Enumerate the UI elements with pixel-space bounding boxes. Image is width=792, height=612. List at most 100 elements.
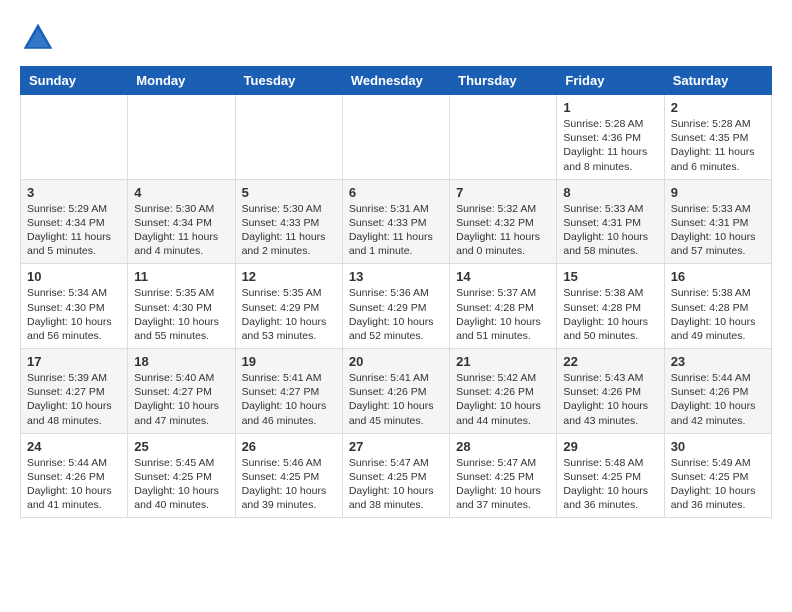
calendar-week-4: 17Sunrise: 5:39 AM Sunset: 4:27 PM Dayli…	[21, 349, 772, 434]
calendar-cell	[235, 95, 342, 180]
day-number: 24	[27, 439, 121, 454]
day-number: 16	[671, 269, 765, 284]
day-number: 11	[134, 269, 228, 284]
day-number: 23	[671, 354, 765, 369]
day-info: Sunrise: 5:32 AM Sunset: 4:32 PM Dayligh…	[456, 202, 550, 259]
calendar-cell: 17Sunrise: 5:39 AM Sunset: 4:27 PM Dayli…	[21, 349, 128, 434]
day-info: Sunrise: 5:47 AM Sunset: 4:25 PM Dayligh…	[456, 456, 550, 513]
day-number: 4	[134, 185, 228, 200]
calendar-cell: 1 Sunrise: 5:28 AM Sunset: 4:36 PM Daylig…	[557, 95, 664, 180]
day-info: Sunrise: 5:29 AM Sunset: 4:34 PM Dayligh…	[27, 202, 121, 259]
day-number: 21	[456, 354, 550, 369]
day-info: Sunrise: 5:28 AM Sunset: 4:36 PM Dayligh…	[563, 117, 657, 174]
day-info: Sunrise: 5:38 AM Sunset: 4:28 PM Dayligh…	[563, 286, 657, 343]
calendar-cell: 10 Sunrise: 5:34 AM Sunset: 4:30 PM Dayli…	[21, 264, 128, 349]
weekday-header-friday: Friday	[557, 67, 664, 95]
calendar-cell: 23Sunrise: 5:44 AM Sunset: 4:26 PM Dayli…	[664, 349, 771, 434]
calendar-cell: 18 Sunrise: 5:40 AM Sunset: 4:27 PM Dayli…	[128, 349, 235, 434]
day-number: 30	[671, 439, 765, 454]
day-info: Sunrise: 5:40 AM Sunset: 4:27 PM Dayligh…	[134, 371, 228, 428]
day-info: Sunrise: 5:49 AM Sunset: 4:25 PM Dayligh…	[671, 456, 765, 513]
day-info: Sunrise: 5:45 AM Sunset: 4:25 PM Dayligh…	[134, 456, 228, 513]
calendar-cell: 6Sunrise: 5:31 AM Sunset: 4:33 PM Daylig…	[342, 179, 449, 264]
calendar-cell: 27 Sunrise: 5:47 AM Sunset: 4:25 PM Dayli…	[342, 433, 449, 518]
calendar-cell: 7 Sunrise: 5:32 AM Sunset: 4:32 PM Daylig…	[450, 179, 557, 264]
calendar-cell	[21, 95, 128, 180]
calendar-header: SundayMondayTuesdayWednesdayThursdayFrid…	[21, 67, 772, 95]
calendar-week-5: 24 Sunrise: 5:44 AM Sunset: 4:26 PM Dayli…	[21, 433, 772, 518]
day-number: 2	[671, 100, 765, 115]
calendar-cell: 28 Sunrise: 5:47 AM Sunset: 4:25 PM Dayli…	[450, 433, 557, 518]
calendar-cell	[450, 95, 557, 180]
day-info: Sunrise: 5:37 AM Sunset: 4:28 PM Dayligh…	[456, 286, 550, 343]
day-info: Sunrise: 5:30 AM Sunset: 4:33 PM Dayligh…	[242, 202, 336, 259]
calendar-cell: 16 Sunrise: 5:38 AM Sunset: 4:28 PM Dayli…	[664, 264, 771, 349]
day-number: 12	[242, 269, 336, 284]
calendar-cell: 24 Sunrise: 5:44 AM Sunset: 4:26 PM Dayli…	[21, 433, 128, 518]
calendar-cell: 12 Sunrise: 5:35 AM Sunset: 4:29 PM Dayli…	[235, 264, 342, 349]
day-number: 1	[563, 100, 657, 115]
logo-icon	[20, 20, 56, 56]
calendar-week-1: 1 Sunrise: 5:28 AM Sunset: 4:36 PM Daylig…	[21, 95, 772, 180]
day-info: Sunrise: 5:41 AM Sunset: 4:27 PM Dayligh…	[242, 371, 336, 428]
day-number: 20	[349, 354, 443, 369]
calendar-cell	[342, 95, 449, 180]
weekday-header-thursday: Thursday	[450, 67, 557, 95]
calendar-cell: 9 Sunrise: 5:33 AM Sunset: 4:31 PM Daylig…	[664, 179, 771, 264]
day-number: 27	[349, 439, 443, 454]
calendar-cell: 13Sunrise: 5:36 AM Sunset: 4:29 PM Dayli…	[342, 264, 449, 349]
weekday-header-monday: Monday	[128, 67, 235, 95]
day-number: 26	[242, 439, 336, 454]
calendar-cell: 26 Sunrise: 5:46 AM Sunset: 4:25 PM Dayli…	[235, 433, 342, 518]
day-info: Sunrise: 5:35 AM Sunset: 4:29 PM Dayligh…	[242, 286, 336, 343]
calendar-cell: 20 Sunrise: 5:41 AM Sunset: 4:26 PM Dayli…	[342, 349, 449, 434]
day-number: 8	[563, 185, 657, 200]
day-number: 14	[456, 269, 550, 284]
calendar-cell: 21 Sunrise: 5:42 AM Sunset: 4:26 PM Dayli…	[450, 349, 557, 434]
calendar-cell: 2 Sunrise: 5:28 AM Sunset: 4:35 PM Daylig…	[664, 95, 771, 180]
day-number: 13	[349, 269, 443, 284]
calendar-cell: 29 Sunrise: 5:48 AM Sunset: 4:25 PM Dayli…	[557, 433, 664, 518]
weekday-header-sunday: Sunday	[21, 67, 128, 95]
day-number: 19	[242, 354, 336, 369]
calendar-week-3: 10 Sunrise: 5:34 AM Sunset: 4:30 PM Dayli…	[21, 264, 772, 349]
day-info: Sunrise: 5:35 AM Sunset: 4:30 PM Dayligh…	[134, 286, 228, 343]
weekday-header-wednesday: Wednesday	[342, 67, 449, 95]
day-info: Sunrise: 5:41 AM Sunset: 4:26 PM Dayligh…	[349, 371, 443, 428]
day-number: 25	[134, 439, 228, 454]
day-number: 29	[563, 439, 657, 454]
day-number: 3	[27, 185, 121, 200]
weekday-row: SundayMondayTuesdayWednesdayThursdayFrid…	[21, 67, 772, 95]
calendar-cell: 4 Sunrise: 5:30 AM Sunset: 4:34 PM Daylig…	[128, 179, 235, 264]
day-number: 17	[27, 354, 121, 369]
calendar-cell: 19 Sunrise: 5:41 AM Sunset: 4:27 PM Dayli…	[235, 349, 342, 434]
calendar-cell: 15 Sunrise: 5:38 AM Sunset: 4:28 PM Dayli…	[557, 264, 664, 349]
weekday-header-saturday: Saturday	[664, 67, 771, 95]
day-number: 22	[563, 354, 657, 369]
day-info: Sunrise: 5:38 AM Sunset: 4:28 PM Dayligh…	[671, 286, 765, 343]
day-info: Sunrise: 5:34 AM Sunset: 4:30 PM Dayligh…	[27, 286, 121, 343]
header	[20, 20, 772, 56]
weekday-header-tuesday: Tuesday	[235, 67, 342, 95]
day-number: 28	[456, 439, 550, 454]
day-info: Sunrise: 5:46 AM Sunset: 4:25 PM Dayligh…	[242, 456, 336, 513]
day-info: Sunrise: 5:43 AM Sunset: 4:26 PM Dayligh…	[563, 371, 657, 428]
day-number: 5	[242, 185, 336, 200]
day-info: Sunrise: 5:30 AM Sunset: 4:34 PM Dayligh…	[134, 202, 228, 259]
calendar-table: SundayMondayTuesdayWednesdayThursdayFrid…	[20, 66, 772, 518]
calendar-cell: 22 Sunrise: 5:43 AM Sunset: 4:26 PM Dayli…	[557, 349, 664, 434]
day-number: 18	[134, 354, 228, 369]
day-info: Sunrise: 5:47 AM Sunset: 4:25 PM Dayligh…	[349, 456, 443, 513]
day-info: Sunrise: 5:33 AM Sunset: 4:31 PM Dayligh…	[671, 202, 765, 259]
day-number: 15	[563, 269, 657, 284]
day-number: 9	[671, 185, 765, 200]
calendar-cell: 11 Sunrise: 5:35 AM Sunset: 4:30 PM Dayli…	[128, 264, 235, 349]
day-number: 10	[27, 269, 121, 284]
day-info: Sunrise: 5:42 AM Sunset: 4:26 PM Dayligh…	[456, 371, 550, 428]
day-number: 7	[456, 185, 550, 200]
calendar-body: 1 Sunrise: 5:28 AM Sunset: 4:36 PM Daylig…	[21, 95, 772, 518]
calendar-week-2: 3 Sunrise: 5:29 AM Sunset: 4:34 PM Daylig…	[21, 179, 772, 264]
day-info: Sunrise: 5:48 AM Sunset: 4:25 PM Dayligh…	[563, 456, 657, 513]
day-info: Sunrise: 5:28 AM Sunset: 4:35 PM Dayligh…	[671, 117, 765, 174]
day-info: Sunrise: 5:44 AM Sunset: 4:26 PM Dayligh…	[27, 456, 121, 513]
